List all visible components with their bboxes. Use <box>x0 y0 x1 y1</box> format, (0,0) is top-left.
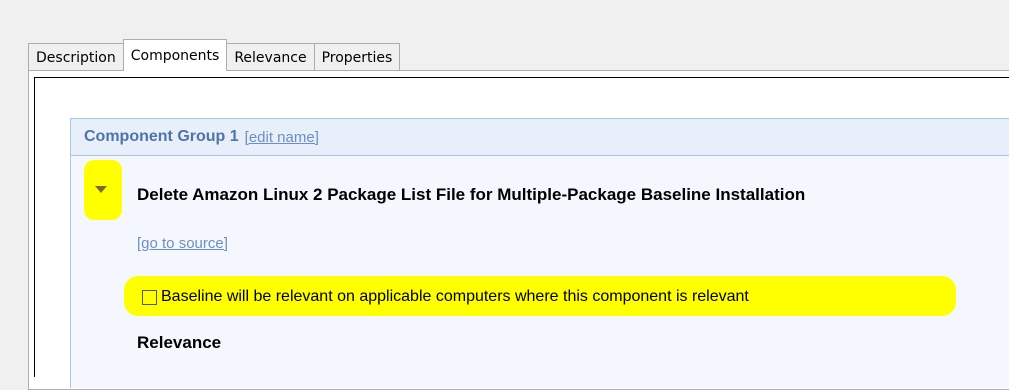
tab-components[interactable]: Components <box>122 39 228 71</box>
expand-arrow-icon[interactable] <box>95 186 107 193</box>
relevance-heading: Relevance <box>137 333 222 352</box>
go-to-source-link[interactable]: [go to source] <box>137 235 228 252</box>
component-group-title: Component Group 1 <box>84 128 239 145</box>
component-group-header: Component Group 1 [edit name] <box>71 119 1009 156</box>
tab-description[interactable]: Description <box>28 43 124 71</box>
tab-relevance[interactable]: Relevance <box>226 43 315 71</box>
edit-name-link[interactable]: [edit name] <box>245 129 319 146</box>
relevance-checkbox-row[interactable]: Baseline will be relevant on applicable … <box>142 288 749 306</box>
relevance-checkbox[interactable] <box>142 289 157 305</box>
relevance-checkbox-label: Baseline will be relevant on applicable … <box>161 288 749 305</box>
component-name: Delete Amazon Linux 2 Package List File … <box>137 185 806 204</box>
tab-properties[interactable]: Properties <box>313 43 401 71</box>
tab-bar: Description Components Relevance Propert… <box>28 39 401 71</box>
